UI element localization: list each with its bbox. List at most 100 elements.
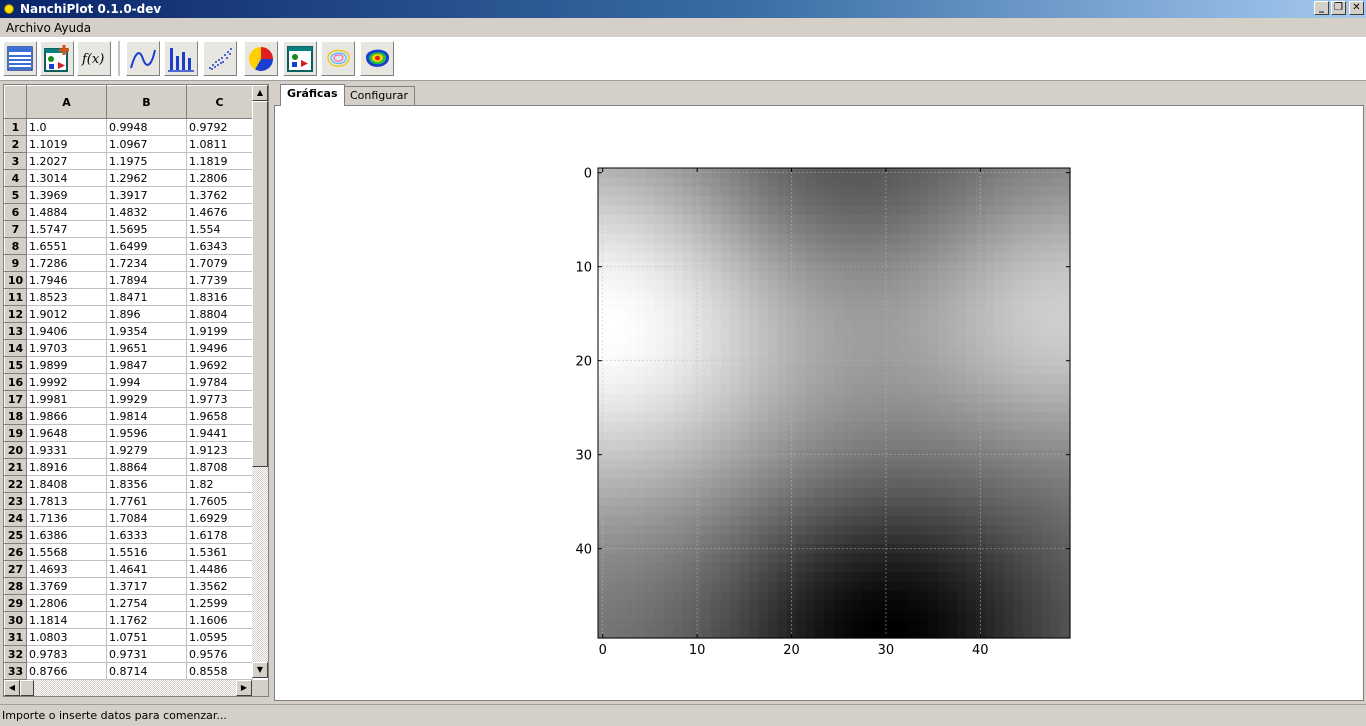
table-row[interactable]: 8 1.6551 1.6499 1.6343 xyxy=(4,237,253,255)
row-header[interactable]: 5 xyxy=(4,186,27,204)
scroll-left-arrow-icon[interactable]: ◀ xyxy=(4,680,20,696)
function-button[interactable]: f(x) xyxy=(77,41,111,76)
row-header[interactable]: 29 xyxy=(4,594,27,612)
table-row[interactable]: 4 1.3014 1.2962 1.2806 xyxy=(4,169,253,187)
row-header[interactable]: 26 xyxy=(4,543,27,561)
grid-cell[interactable]: 1.0803 xyxy=(26,628,107,646)
grid-cell[interactable]: 1.4693 xyxy=(26,560,107,578)
grid-cell[interactable]: 1.4641 xyxy=(106,560,187,578)
grid-cell[interactable]: 1.4676 xyxy=(186,203,253,221)
grid-cell[interactable]: 1.9692 xyxy=(186,356,253,374)
table-row[interactable]: 9 1.7286 1.7234 1.7079 xyxy=(4,254,253,272)
grid-cell[interactable]: 1.5361 xyxy=(186,543,253,561)
table-row[interactable]: 16 1.9992 1.994 1.9784 xyxy=(4,373,253,391)
grid-cell[interactable]: 1.7084 xyxy=(106,509,187,527)
bar-chart-button[interactable] xyxy=(164,41,198,76)
grid-cell[interactable]: 1.8864 xyxy=(106,458,187,476)
grid-cell[interactable]: 1.2806 xyxy=(26,594,107,612)
table-row[interactable]: 13 1.9406 1.9354 1.9199 xyxy=(4,322,253,340)
scroll-up-arrow-icon[interactable]: ▲ xyxy=(252,85,268,101)
column-header-b[interactable]: B xyxy=(106,85,187,119)
grid-cell[interactable]: 1.4884 xyxy=(26,203,107,221)
grid-cell[interactable]: 1.3014 xyxy=(26,169,107,187)
table-row[interactable]: 10 1.7946 1.7894 1.7739 xyxy=(4,271,253,289)
table-row[interactable]: 3 1.2027 1.1975 1.1819 xyxy=(4,152,253,170)
grid-vertical-scrollbar[interactable]: ▲ ▼ xyxy=(252,85,268,678)
table-row[interactable]: 11 1.8523 1.8471 1.8316 xyxy=(4,288,253,306)
table-row[interactable]: 26 1.5568 1.5516 1.5361 xyxy=(4,543,253,561)
grid-cell[interactable]: 1.9199 xyxy=(186,322,253,340)
pie-chart-button[interactable] xyxy=(244,41,278,76)
row-header[interactable]: 27 xyxy=(4,560,27,578)
grid-cell[interactable]: 1.2754 xyxy=(106,594,187,612)
grid-cell[interactable]: 1.8408 xyxy=(26,475,107,493)
row-header[interactable]: 20 xyxy=(4,441,27,459)
grid-cell[interactable]: 1.9496 xyxy=(186,339,253,357)
table-row[interactable]: 29 1.2806 1.2754 1.2599 xyxy=(4,594,253,612)
grid-cell[interactable]: 1.9784 xyxy=(186,373,253,391)
grid-cell[interactable]: 1.7761 xyxy=(106,492,187,510)
grid-cell[interactable]: 1.1975 xyxy=(106,152,187,170)
grid-cell[interactable]: 1.7946 xyxy=(26,271,107,289)
grid-cell[interactable]: 1.3917 xyxy=(106,186,187,204)
filled-contour-button[interactable] xyxy=(360,41,394,76)
grid-cell[interactable]: 1.1606 xyxy=(186,611,253,629)
row-header[interactable]: 18 xyxy=(4,407,27,425)
grid-cell[interactable]: 1.7605 xyxy=(186,492,253,510)
grid-cell[interactable]: 1.4832 xyxy=(106,203,187,221)
row-header[interactable]: 19 xyxy=(4,424,27,442)
grid-cell[interactable]: 1.9596 xyxy=(106,424,187,442)
row-header[interactable]: 25 xyxy=(4,526,27,544)
grid-cell[interactable]: 1.0967 xyxy=(106,135,187,153)
grid-cell[interactable]: 1.9847 xyxy=(106,356,187,374)
grid-cell[interactable]: 1.9773 xyxy=(186,390,253,408)
row-header[interactable]: 10 xyxy=(4,271,27,289)
table-row[interactable]: 21 1.8916 1.8864 1.8708 xyxy=(4,458,253,476)
new-data-grid-button[interactable] xyxy=(3,41,37,76)
scatter-plot-button[interactable] xyxy=(203,41,237,76)
grid-cell[interactable]: 1.6929 xyxy=(186,509,253,527)
row-header[interactable]: 32 xyxy=(4,645,27,663)
grid-cell[interactable]: 0.9731 xyxy=(106,645,187,663)
table-row[interactable]: 31 1.0803 1.0751 1.0595 xyxy=(4,628,253,646)
table-row[interactable]: 33 0.8766 0.8714 0.8558 xyxy=(4,662,253,680)
row-header[interactable]: 24 xyxy=(4,509,27,527)
grid-cell[interactable]: 1.896 xyxy=(106,305,187,323)
grid-cell[interactable]: 1.3717 xyxy=(106,577,187,595)
grid-cell[interactable]: 1.6178 xyxy=(186,526,253,544)
grid-cell[interactable]: 0.9576 xyxy=(186,645,253,663)
grid-cell[interactable]: 1.0 xyxy=(26,118,107,136)
grid-cell[interactable]: 1.0595 xyxy=(186,628,253,646)
scroll-right-arrow-icon[interactable]: ▶ xyxy=(236,680,252,696)
tab-graficas[interactable]: Gráficas xyxy=(280,84,345,106)
row-header[interactable]: 16 xyxy=(4,373,27,391)
close-button[interactable]: ✕ xyxy=(1349,1,1364,15)
grid-cell[interactable]: 1.3762 xyxy=(186,186,253,204)
table-row[interactable]: 28 1.3769 1.3717 1.3562 xyxy=(4,577,253,595)
grid-cell[interactable]: 0.9948 xyxy=(106,118,187,136)
grid-cell[interactable]: 1.7813 xyxy=(26,492,107,510)
grid-cell[interactable]: 1.9814 xyxy=(106,407,187,425)
grid-cell[interactable]: 1.9354 xyxy=(106,322,187,340)
grid-cell[interactable]: 1.8523 xyxy=(26,288,107,306)
line-plot-button[interactable] xyxy=(126,41,160,76)
column-header-a[interactable]: A xyxy=(26,85,107,119)
horizontal-scroll-thumb[interactable] xyxy=(20,680,34,696)
data-grid[interactable]: A B C 1 1.0 0.9948 0.9792 2 1.1019 1.0967 1.081… xyxy=(4,85,253,680)
table-row[interactable]: 20 1.9331 1.9279 1.9123 xyxy=(4,441,253,459)
grid-cell[interactable]: 1.8916 xyxy=(26,458,107,476)
table-row[interactable]: 1 1.0 0.9948 0.9792 xyxy=(4,118,253,136)
grid-cell[interactable]: 1.2806 xyxy=(186,169,253,187)
add-chart-button[interactable] xyxy=(40,41,74,76)
grid-cell[interactable]: 1.9992 xyxy=(26,373,107,391)
grid-cell[interactable]: 0.8766 xyxy=(26,662,107,680)
table-row[interactable]: 22 1.8408 1.8356 1.82 xyxy=(4,475,253,493)
grid-cell[interactable]: 1.7079 xyxy=(186,254,253,272)
heatmap-plot[interactable]: 0 10 20 30 40010203040 xyxy=(275,106,1363,700)
grid-cell[interactable]: 1.2962 xyxy=(106,169,187,187)
row-header[interactable]: 8 xyxy=(4,237,27,255)
row-header[interactable]: 33 xyxy=(4,662,27,680)
menu-ayuda[interactable]: Ayuda xyxy=(54,21,91,35)
row-header[interactable]: 7 xyxy=(4,220,27,238)
table-row[interactable]: 7 1.5747 1.5695 1.554 xyxy=(4,220,253,238)
